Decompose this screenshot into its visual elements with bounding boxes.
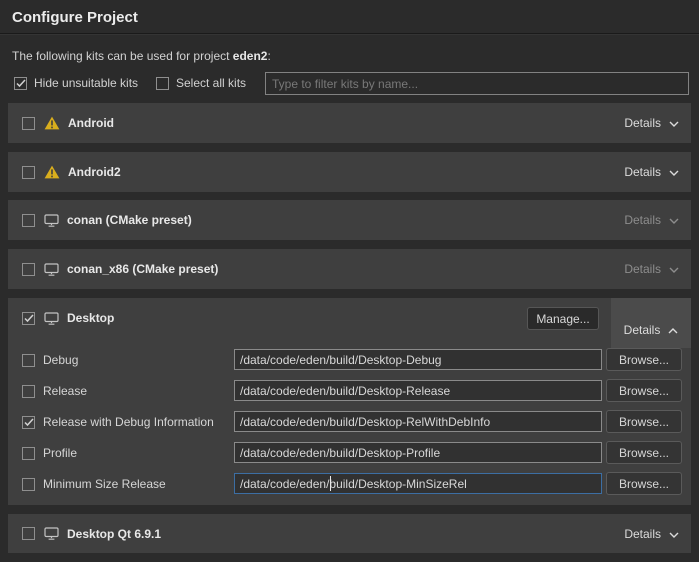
build-config-row-relwithdebinfo: Release with Debug Information Browse... — [8, 410, 691, 434]
build-dir-input-debug[interactable] — [234, 349, 602, 370]
desktop-monitor-icon — [44, 312, 59, 325]
build-dir-input-profile[interactable] — [234, 442, 602, 463]
chevron-down-icon — [669, 116, 679, 130]
kit-checkbox[interactable] — [22, 117, 35, 130]
config-label: Release with Debug Information — [43, 415, 214, 429]
chevron-down-icon — [669, 527, 679, 541]
kit-row-android2: Android2 Details — [8, 152, 691, 192]
kit-checkbox[interactable] — [22, 263, 35, 276]
kit-checkbox[interactable] — [22, 214, 35, 227]
hide-unsuitable-kits-checkbox[interactable]: Hide unsuitable kits — [14, 76, 138, 90]
checkbox-checked-icon[interactable] — [14, 77, 27, 90]
config-checkbox[interactable] — [22, 354, 35, 367]
chevron-down-icon — [669, 165, 679, 179]
configure-project-screen: Configure Project The following kits can… — [0, 0, 699, 562]
config-label: Minimum Size Release — [43, 477, 166, 491]
manage-kits-button[interactable]: Manage... — [527, 307, 599, 330]
browse-button[interactable]: Browse... — [606, 410, 682, 433]
details-toggle-disabled: Details — [624, 213, 679, 227]
config-label: Profile — [43, 446, 77, 460]
text-caret — [330, 476, 331, 491]
build-config-row-debug: Debug Browse... — [8, 348, 691, 372]
kit-row-conan-x86: conan_x86 (CMake preset) Details — [8, 249, 691, 289]
select-all-kits-checkbox[interactable]: Select all kits — [156, 76, 246, 90]
browse-button[interactable]: Browse... — [606, 348, 682, 371]
details-toggle[interactable]: Details — [624, 165, 679, 179]
kit-row-android: Android Details — [8, 103, 691, 143]
details-toggle[interactable]: Details — [624, 527, 679, 541]
config-checkbox[interactable] — [22, 385, 35, 398]
kit-name: Android — [68, 116, 114, 130]
chevron-down-icon — [669, 213, 679, 227]
kit-filter-input[interactable] — [265, 72, 689, 95]
browse-button[interactable]: Browse... — [606, 472, 682, 495]
details-toggle[interactable]: Details — [624, 116, 679, 130]
build-dir-input-relwithdebinfo[interactable] — [234, 411, 602, 432]
kit-panel-desktop: Details Desktop Manage... Debug Browse..… — [8, 298, 691, 505]
build-config-row-minsizerel: Minimum Size Release Browse... — [8, 472, 691, 496]
kit-checkbox-checked[interactable] — [22, 312, 35, 325]
select-all-kits-label: Select all kits — [176, 76, 246, 90]
desktop-monitor-icon — [44, 263, 59, 276]
kit-name: Android2 — [68, 165, 121, 179]
desktop-monitor-icon — [44, 214, 59, 227]
desktop-monitor-icon — [44, 527, 59, 540]
kits-description: The following kits can be used for proje… — [12, 49, 271, 63]
kit-name: Desktop Qt 6.9.1 — [67, 527, 161, 541]
warning-icon — [44, 116, 60, 130]
kit-row-conan: conan (CMake preset) Details — [8, 200, 691, 240]
page-title: Configure Project — [12, 9, 138, 26]
checkbox-unchecked-icon[interactable] — [156, 77, 169, 90]
browse-button[interactable]: Browse... — [606, 379, 682, 402]
config-checkbox-checked[interactable] — [22, 416, 35, 429]
kit-name: conan (CMake preset) — [67, 213, 192, 227]
build-dir-input-release[interactable] — [234, 380, 602, 401]
project-name: eden2 — [233, 49, 268, 63]
kit-checkbox[interactable] — [22, 527, 35, 540]
config-label: Release — [43, 384, 87, 398]
config-checkbox[interactable] — [22, 447, 35, 460]
chevron-down-icon — [669, 262, 679, 276]
hide-unsuitable-kits-label: Hide unsuitable kits — [34, 76, 138, 90]
build-dir-input-minsizerel[interactable] — [234, 473, 602, 494]
config-checkbox[interactable] — [22, 478, 35, 491]
kit-row-desktop-qt: Desktop Qt 6.9.1 Details — [8, 514, 691, 553]
config-label: Debug — [43, 353, 78, 367]
kit-checkbox[interactable] — [22, 166, 35, 179]
warning-icon — [44, 165, 60, 179]
browse-button[interactable]: Browse... — [606, 441, 682, 464]
build-config-row-profile: Profile Browse... — [8, 441, 691, 465]
build-config-row-release: Release Browse... — [8, 379, 691, 403]
details-toggle-disabled: Details — [624, 262, 679, 276]
kit-name: Desktop — [67, 311, 114, 325]
title-separator — [0, 33, 699, 35]
kit-name: conan_x86 (CMake preset) — [67, 262, 218, 276]
